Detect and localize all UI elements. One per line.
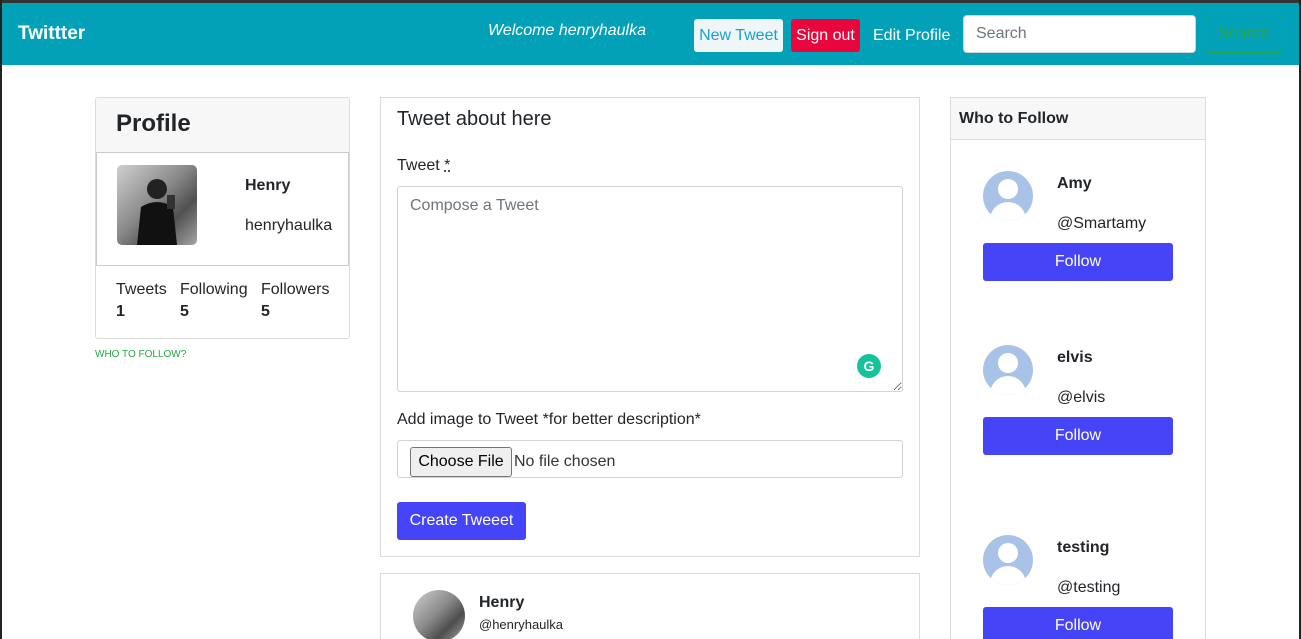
- user-handle: @testing: [1057, 579, 1121, 596]
- stat-value: 5: [261, 303, 270, 320]
- stat-label: Following: [180, 281, 248, 298]
- image-label: Add image to Tweet *for better descripti…: [397, 411, 701, 428]
- user-name: elvis: [1057, 349, 1093, 366]
- brand-logo[interactable]: Twittter: [18, 23, 85, 45]
- profile-info: Henry henryhaulka: [96, 152, 349, 266]
- user-handle: @elvis: [1057, 389, 1106, 406]
- file-input[interactable]: Choose File No file chosen: [397, 440, 903, 478]
- tweet-label: Tweet *: [397, 157, 450, 175]
- tweet-textarea[interactable]: [397, 186, 903, 392]
- user-avatar-icon: [983, 535, 1033, 585]
- new-tweet-button[interactable]: New Tweet: [694, 19, 783, 52]
- follow-suggestion: elvis @elvis Follow: [951, 345, 1205, 465]
- follow-button[interactable]: Follow: [983, 243, 1173, 281]
- user-handle: @Smartamy: [1057, 215, 1147, 232]
- post-avatar[interactable]: [413, 590, 465, 639]
- stat-tweets[interactable]: Tweets 1: [116, 281, 167, 321]
- user-avatar-icon: [983, 171, 1033, 221]
- tweet-form-title: Tweet about here: [397, 108, 552, 130]
- file-status: No file chosen: [514, 453, 616, 470]
- user-name: testing: [1057, 539, 1110, 556]
- choose-file-button[interactable]: Choose File: [410, 447, 512, 477]
- who-to-follow-heading: Who to Follow: [951, 98, 1205, 140]
- tweet-label-text: Tweet: [397, 157, 440, 174]
- who-to-follow-link[interactable]: WHO TO FOLLOW?: [95, 349, 186, 360]
- create-tweet-button[interactable]: Create Tweeet: [397, 502, 526, 540]
- required-mark: *: [444, 157, 451, 174]
- profile-card: Profile Henry henryhaulka Tweets 1 Follo…: [95, 97, 350, 339]
- tweet-form: Tweet about here Tweet * G Add image to …: [380, 97, 920, 557]
- stat-label: Tweets: [116, 281, 167, 298]
- person-photo-icon: [137, 179, 177, 245]
- stat-value: 1: [116, 303, 125, 320]
- profile-heading: Profile: [96, 98, 349, 153]
- profile-avatar[interactable]: [117, 165, 197, 245]
- stat-followers[interactable]: Followers 5: [261, 281, 329, 321]
- grammarly-icon[interactable]: G: [857, 354, 881, 378]
- stat-label: Followers: [261, 281, 330, 298]
- user-name: Amy: [1057, 175, 1092, 192]
- post-author-handle: @henryhaulka: [479, 617, 564, 632]
- welcome-message: Welcome henryhaulka: [488, 22, 647, 39]
- edit-profile-link[interactable]: Edit Profile: [873, 27, 950, 45]
- follow-suggestion: testing @testing Follow: [951, 535, 1205, 639]
- who-to-follow-panel: Who to Follow Amy @Smartamy Follow elvis…: [950, 97, 1206, 639]
- navbar: Twittter Welcome henryhaulka New Tweet S…: [2, 3, 1299, 65]
- stat-value: 5: [180, 303, 189, 320]
- follow-button[interactable]: Follow: [983, 417, 1173, 455]
- profile-handle: henryhaulka: [245, 217, 333, 234]
- search-input[interactable]: [963, 15, 1196, 53]
- tweet-post: Henry @henryhaulka: [380, 573, 920, 639]
- follow-button[interactable]: Follow: [983, 607, 1173, 639]
- follow-suggestion: Amy @Smartamy Follow: [951, 171, 1205, 291]
- stat-following[interactable]: Following 5: [180, 281, 248, 321]
- profile-name: Henry: [245, 177, 291, 194]
- post-author-name: Henry: [479, 594, 525, 611]
- sign-out-button[interactable]: Sign out: [791, 19, 860, 52]
- search-button[interactable]: Search: [1205, 15, 1282, 53]
- user-avatar-icon: [983, 345, 1033, 395]
